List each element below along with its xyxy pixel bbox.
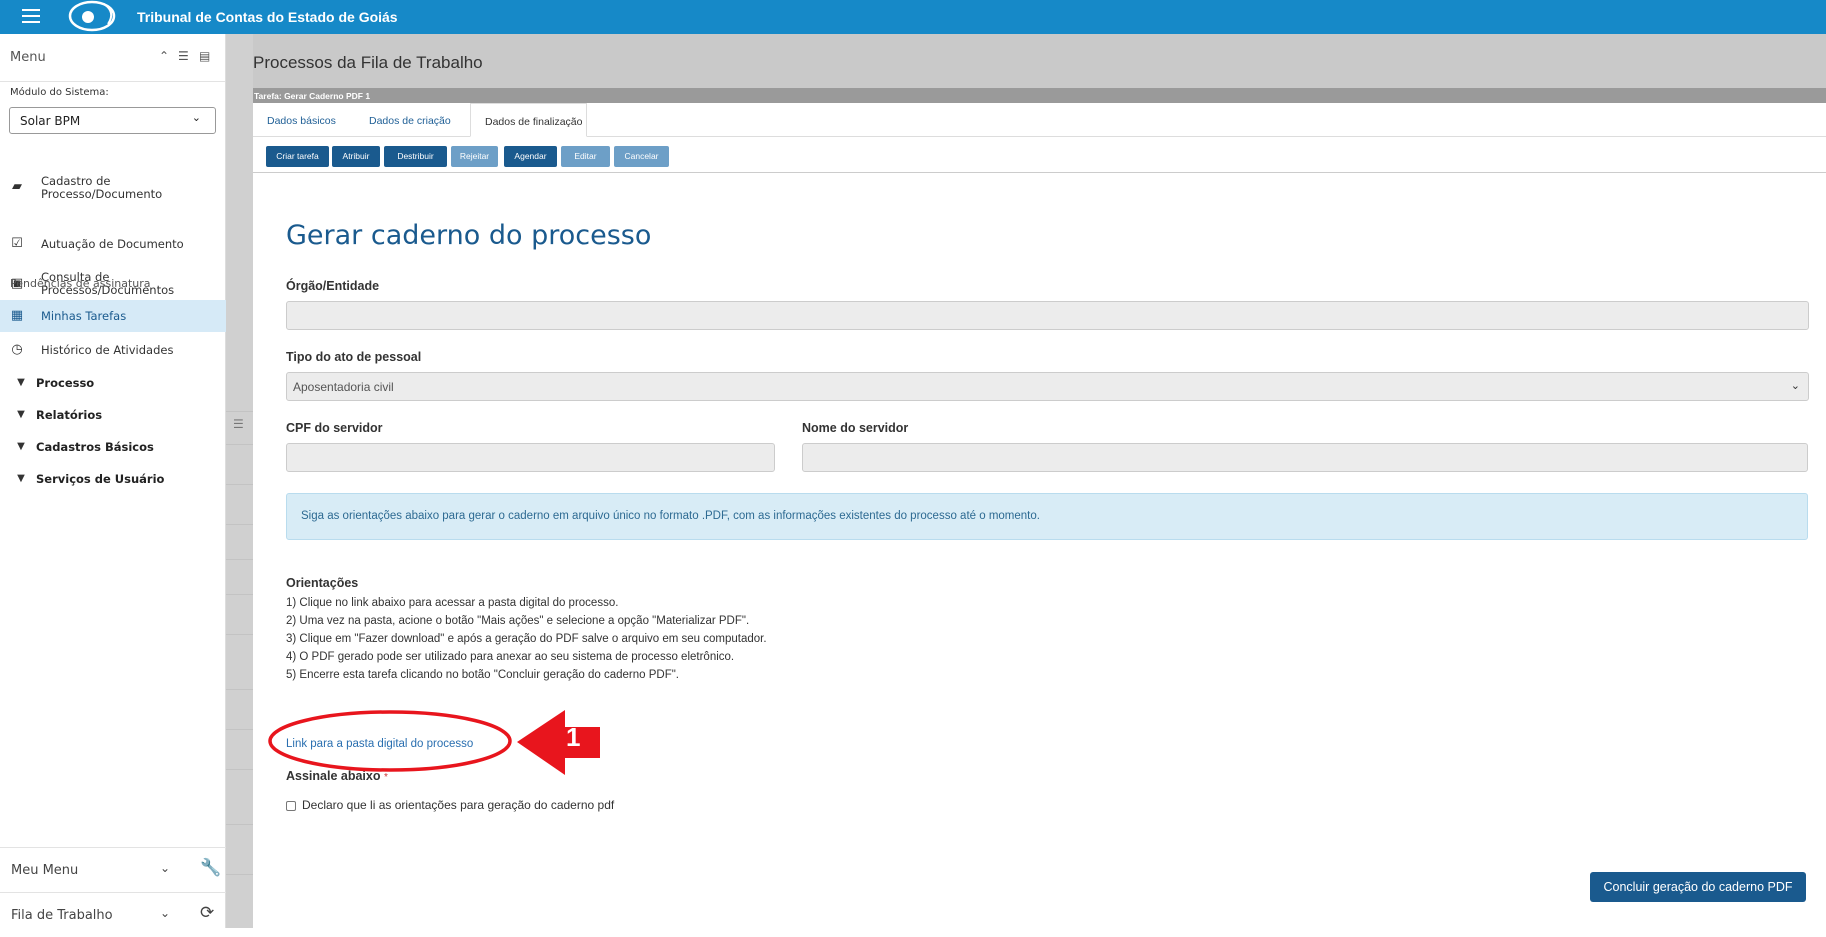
tab-dados-criacao[interactable]: Dados de criação: [369, 103, 469, 137]
action-toolbar: Criar tarefa Atribuir Destribuir Rejeita…: [253, 137, 1826, 173]
meu-menu-label: Meu Menu: [11, 863, 79, 878]
fila-trabalho-label: Fila de Trabalho: [11, 908, 113, 923]
clock-icon: ◷: [11, 342, 23, 357]
chevron-down-icon: ▼: [17, 441, 25, 452]
orgao-field[interactable]: [286, 301, 1809, 330]
sidebar-gutter: ☰: [226, 34, 253, 928]
tce-logo: [68, 0, 116, 32]
tab-dados-finalizacao[interactable]: Dados de finalização: [470, 103, 587, 137]
sidebar-section-processo[interactable]: ▼ Processo: [0, 368, 226, 398]
chevron-up-icon[interactable]: ⌃: [159, 49, 169, 63]
nome-servidor-field[interactable]: [802, 443, 1808, 472]
sidebar-section-label: Relatórios: [36, 408, 103, 422]
concluir-button[interactable]: Concluir geração do caderno PDF: [1590, 872, 1806, 902]
tipo-ato-value: Aposentadoria civil: [293, 380, 394, 394]
fila-trabalho-row[interactable]: Fila de Trabalho ⌄ ⟳: [0, 892, 226, 937]
annotation-number: 1: [566, 722, 581, 752]
folder-plus-icon: ▰: [12, 179, 22, 194]
sidebar-item-historico[interactable]: ◷ Histórico de Atividades: [0, 334, 226, 366]
task-panel: Tarefa: Gerar Caderno PDF 1 Dados básico…: [253, 88, 1826, 928]
orientacao-item: 2) Uma vez na pasta, acione o botão "Mai…: [286, 615, 750, 627]
sidebar-item-minhas-tarefas[interactable]: ▦ Minhas Tarefas: [0, 300, 226, 332]
sidebar-section-cadastros[interactable]: ▼ Cadastros Básicos: [0, 432, 226, 462]
orientacao-item: 5) Encerre esta tarefa clicando no botão…: [286, 669, 679, 681]
sidebar-item-label: Autuação de Documento: [41, 237, 184, 251]
page-title-bar: Processos da Fila de Trabalho: [253, 34, 1826, 88]
chevron-down-icon: ▼: [17, 409, 25, 420]
menu-label: Menu: [10, 50, 46, 65]
sidebar-item-label: Minhas Tarefas: [41, 309, 127, 323]
form-title: Gerar caderno do processo: [286, 220, 652, 251]
module-label: Módulo do Sistema:: [10, 87, 109, 98]
main-content: Processos da Fila de Trabalho Tarefa: Ge…: [253, 34, 1826, 928]
orientacao-item: 3) Clique em "Fazer download" e após a g…: [286, 633, 767, 645]
sidebar-item-autuacao[interactable]: ☑ Autuação de Documento: [0, 232, 226, 256]
criar-tarefa-button[interactable]: Criar tarefa: [266, 146, 329, 167]
sidebar-section-label: Processo: [36, 376, 95, 390]
pasta-digital-link[interactable]: Link para a pasta digital do processo: [286, 738, 473, 750]
sidebar-section-relatorios[interactable]: ▼ Relatórios: [0, 400, 226, 430]
sidebar-section-servicos[interactable]: ▼ Serviços de Usuário: [0, 464, 226, 494]
sidebar-item-cadastro[interactable]: ▰ Cadastro de Processo/Documento: [0, 172, 226, 208]
orgao-label: Órgão/Entidade: [286, 279, 380, 293]
top-bar: Tribunal de Contas do Estado de Goiás: [0, 0, 1826, 34]
calendar-check-icon: ▦: [10, 308, 24, 323]
orientacao-item: 1) Clique no link abaixo para acessar a …: [286, 597, 619, 609]
orientacoes-title: Orientações: [286, 576, 359, 590]
editar-button[interactable]: Editar: [561, 146, 610, 167]
info-alert: Siga as orientações abaixo para gerar o …: [286, 493, 1808, 540]
nome-servidor-label: Nome do servidor: [802, 421, 909, 435]
chevron-down-icon[interactable]: ⌄: [160, 861, 170, 875]
checkbox-icon: ☑: [11, 236, 23, 251]
collapse-sidebar-icon[interactable]: ☰: [233, 417, 244, 431]
menu-header: Menu ⌃ ☰ ▤: [0, 34, 225, 82]
chevron-down-icon: ▼: [17, 377, 25, 388]
chevron-down-icon[interactable]: ⌄: [160, 906, 170, 920]
chevron-down-icon: ⌄: [191, 111, 201, 124]
cancelar-button[interactable]: Cancelar: [614, 146, 669, 167]
task-label: Tarefa: Gerar Caderno PDF 1: [253, 88, 1826, 103]
declaro-checkbox[interactable]: [286, 801, 296, 811]
rejeitar-button[interactable]: Rejeitar: [451, 146, 498, 167]
sidebar: Menu ⌃ ☰ ▤ Módulo do Sistema: Solar BPM …: [0, 34, 226, 928]
sidebar-item-label: Cadastro de: [41, 174, 111, 188]
pendencias-label: Pendências de assinatura: [10, 277, 151, 290]
declaro-checkbox-label: Declaro que li as orientações para geraç…: [302, 798, 615, 812]
cpf-field[interactable]: [286, 443, 775, 472]
required-mark: *: [383, 772, 388, 783]
organization-title: Tribunal de Contas do Estado de Goiás: [137, 9, 398, 25]
tipo-ato-select[interactable]: Aposentadoria civil ⌄: [286, 372, 1809, 401]
refresh-icon[interactable]: ⟳: [200, 903, 214, 923]
chevron-down-icon: ⌄: [1790, 380, 1800, 392]
assinale-label: Assinale abaixo *: [286, 769, 388, 783]
tipo-ato-label: Tipo do ato de pessoal: [286, 350, 422, 364]
cpf-label: CPF do servidor: [286, 421, 383, 435]
list-detail-icon[interactable]: ▤: [199, 49, 210, 63]
orientacao-item: 4) O PDF gerado pode ser utilizado para …: [286, 651, 735, 663]
page-title: Processos da Fila de Trabalho: [253, 53, 483, 72]
assinale-text: Assinale abaixo: [286, 769, 381, 783]
sidebar-section-label: Serviços de Usuário: [36, 472, 165, 486]
meu-menu-row[interactable]: Meu Menu ⌄ 🔧: [0, 847, 226, 892]
list-indent-icon[interactable]: ☰: [178, 49, 189, 63]
atribuir-button[interactable]: Atribuir: [332, 146, 380, 167]
sidebar-item-label: Processo/Documento: [41, 187, 163, 201]
wrench-icon[interactable]: 🔧: [200, 858, 221, 878]
destribuir-button[interactable]: Destribuir: [384, 146, 447, 167]
chevron-down-icon: ▼: [17, 473, 25, 484]
tab-bar: Dados básicos Dados de criação Dados de …: [253, 103, 1826, 137]
hamburger-menu-icon[interactable]: [22, 7, 42, 25]
tab-dados-basicos[interactable]: Dados básicos: [267, 103, 347, 137]
agendar-button[interactable]: Agendar: [504, 146, 557, 167]
module-select[interactable]: Solar BPM ⌄: [9, 107, 216, 134]
sidebar-section-label: Cadastros Básicos: [36, 440, 154, 454]
sidebar-item-label: Histórico de Atividades: [41, 343, 174, 357]
module-select-value: Solar BPM: [20, 114, 81, 128]
